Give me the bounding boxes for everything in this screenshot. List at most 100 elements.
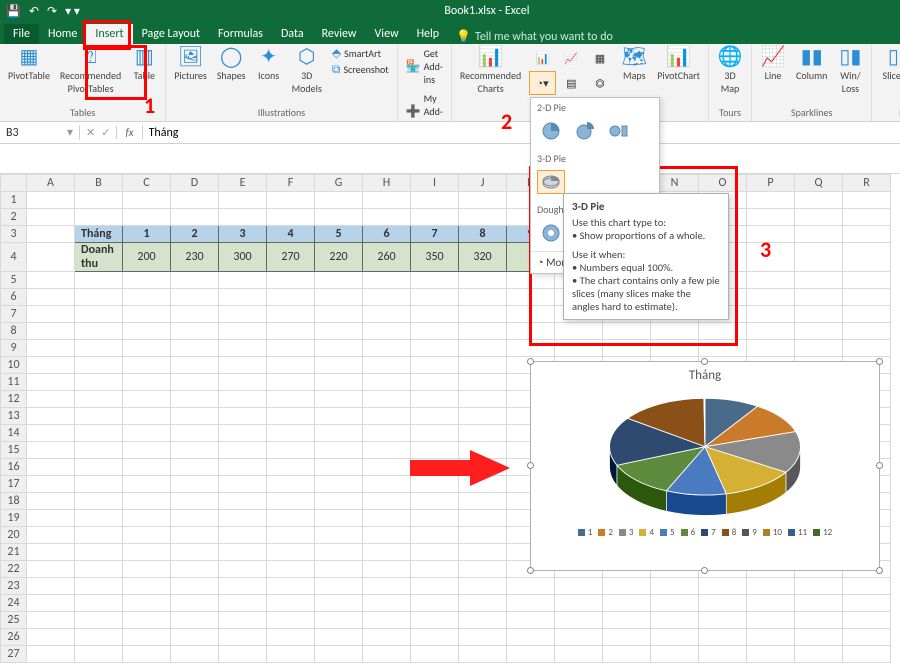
- cell-A23[interactable]: [27, 578, 75, 595]
- slicer-button[interactable]: ▯Slicer: [878, 46, 900, 83]
- doughnut-option[interactable]: [537, 221, 565, 245]
- save-icon[interactable]: 💾: [6, 4, 21, 19]
- cell-I21[interactable]: [411, 544, 459, 561]
- cell-D22[interactable]: [171, 561, 219, 578]
- cell-D1[interactable]: [171, 192, 219, 209]
- cell-L23[interactable]: [555, 578, 603, 595]
- cell-G21[interactable]: [315, 544, 363, 561]
- cell-J25[interactable]: [459, 612, 507, 629]
- cell-G12[interactable]: [315, 391, 363, 408]
- cell-G15[interactable]: [315, 442, 363, 459]
- cell-B17[interactable]: [75, 476, 123, 493]
- cell-D2[interactable]: [171, 209, 219, 226]
- cell-R27[interactable]: [843, 646, 891, 663]
- 2d-bar-of-pie-option[interactable]: [605, 119, 633, 143]
- cell-C19[interactable]: [123, 510, 171, 527]
- cell-A22[interactable]: [27, 561, 75, 578]
- cell-R2[interactable]: [843, 209, 891, 226]
- pie-chart-button[interactable]: ◔▾: [529, 71, 556, 95]
- cell-I9[interactable]: [411, 340, 459, 357]
- cell-E8[interactable]: [219, 323, 267, 340]
- pie-chart-plot[interactable]: [565, 383, 845, 523]
- cell-R3[interactable]: [843, 226, 891, 243]
- cell-A14[interactable]: [27, 425, 75, 442]
- cell-M25[interactable]: [603, 612, 651, 629]
- cell-P4[interactable]: [747, 243, 795, 272]
- cell-R8[interactable]: [843, 323, 891, 340]
- cell-H23[interactable]: [363, 578, 411, 595]
- cell-D20[interactable]: [171, 527, 219, 544]
- resize-handle[interactable]: [527, 358, 534, 365]
- cell-O23[interactable]: [699, 578, 747, 595]
- cell-P27[interactable]: [747, 646, 795, 663]
- cell-D12[interactable]: [171, 391, 219, 408]
- cell-B7[interactable]: [75, 306, 123, 323]
- cell-H6[interactable]: [363, 289, 411, 306]
- cell-C15[interactable]: [123, 442, 171, 459]
- cell-A9[interactable]: [27, 340, 75, 357]
- cell-C8[interactable]: [123, 323, 171, 340]
- 3d-map-button[interactable]: 🌐3D Map: [715, 46, 745, 96]
- 2d-pie-exploded-option[interactable]: [571, 119, 599, 143]
- cell-B2[interactable]: [75, 209, 123, 226]
- cell-F15[interactable]: [267, 442, 315, 459]
- cell-G24[interactable]: [315, 595, 363, 612]
- enter-icon[interactable]: ✓: [101, 126, 110, 139]
- cell-P26[interactable]: [747, 629, 795, 646]
- cell-A7[interactable]: [27, 306, 75, 323]
- cell-A11[interactable]: [27, 374, 75, 391]
- cell-M24[interactable]: [603, 595, 651, 612]
- cell-A4[interactable]: [27, 243, 75, 272]
- cell-G22[interactable]: [315, 561, 363, 578]
- legend-item[interactable]: 2: [598, 527, 613, 538]
- cell-R7[interactable]: [843, 306, 891, 323]
- tab-review[interactable]: Review: [313, 24, 366, 44]
- cell-I24[interactable]: [411, 595, 459, 612]
- cell-H20[interactable]: [363, 527, 411, 544]
- cell-C13[interactable]: [123, 408, 171, 425]
- cell-J2[interactable]: [459, 209, 507, 226]
- cell-D15[interactable]: [171, 442, 219, 459]
- cell-C9[interactable]: [123, 340, 171, 357]
- my-addins-button[interactable]: ➕My Add-ins: [404, 91, 445, 122]
- cell-R26[interactable]: [843, 629, 891, 646]
- cell-F17[interactable]: [267, 476, 315, 493]
- cell-F5[interactable]: [267, 272, 315, 289]
- 3d-pie-option[interactable]: [537, 170, 565, 194]
- cell-H16[interactable]: [363, 459, 411, 476]
- cell-E5[interactable]: [219, 272, 267, 289]
- tell-me[interactable]: 💡 Tell me what you want to do: [456, 29, 613, 44]
- cell-C20[interactable]: [123, 527, 171, 544]
- cell-H9[interactable]: [363, 340, 411, 357]
- cell-O24[interactable]: [699, 595, 747, 612]
- cell-K9[interactable]: [507, 340, 555, 357]
- get-addins-button[interactable]: 🏪Get Add-ins: [404, 46, 445, 87]
- tab-insert[interactable]: Insert: [86, 24, 132, 44]
- cell-J23[interactable]: [459, 578, 507, 595]
- cell-L26[interactable]: [555, 629, 603, 646]
- cell-L25[interactable]: [555, 612, 603, 629]
- cell-I27[interactable]: [411, 646, 459, 663]
- cell-F9[interactable]: [267, 340, 315, 357]
- cell-B18[interactable]: [75, 493, 123, 510]
- cell-J9[interactable]: [459, 340, 507, 357]
- cell-O8[interactable]: [699, 323, 747, 340]
- cell-F21[interactable]: [267, 544, 315, 561]
- cell-B12[interactable]: [75, 391, 123, 408]
- cell-D27[interactable]: [171, 646, 219, 663]
- cell-J4[interactable]: 320: [459, 243, 507, 272]
- cell-D10[interactable]: [171, 357, 219, 374]
- cell-C3[interactable]: 1: [123, 226, 171, 243]
- cell-D9[interactable]: [171, 340, 219, 357]
- pictures-button[interactable]: 🖼Pictures: [172, 46, 209, 96]
- cell-G2[interactable]: [315, 209, 363, 226]
- cell-G20[interactable]: [315, 527, 363, 544]
- cell-D25[interactable]: [171, 612, 219, 629]
- legend-item[interactable]: 3: [619, 527, 634, 538]
- resize-handle[interactable]: [876, 567, 883, 574]
- cell-J26[interactable]: [459, 629, 507, 646]
- cell-R23[interactable]: [843, 578, 891, 595]
- cell-O27[interactable]: [699, 646, 747, 663]
- resize-handle[interactable]: [527, 567, 534, 574]
- cell-A5[interactable]: [27, 272, 75, 289]
